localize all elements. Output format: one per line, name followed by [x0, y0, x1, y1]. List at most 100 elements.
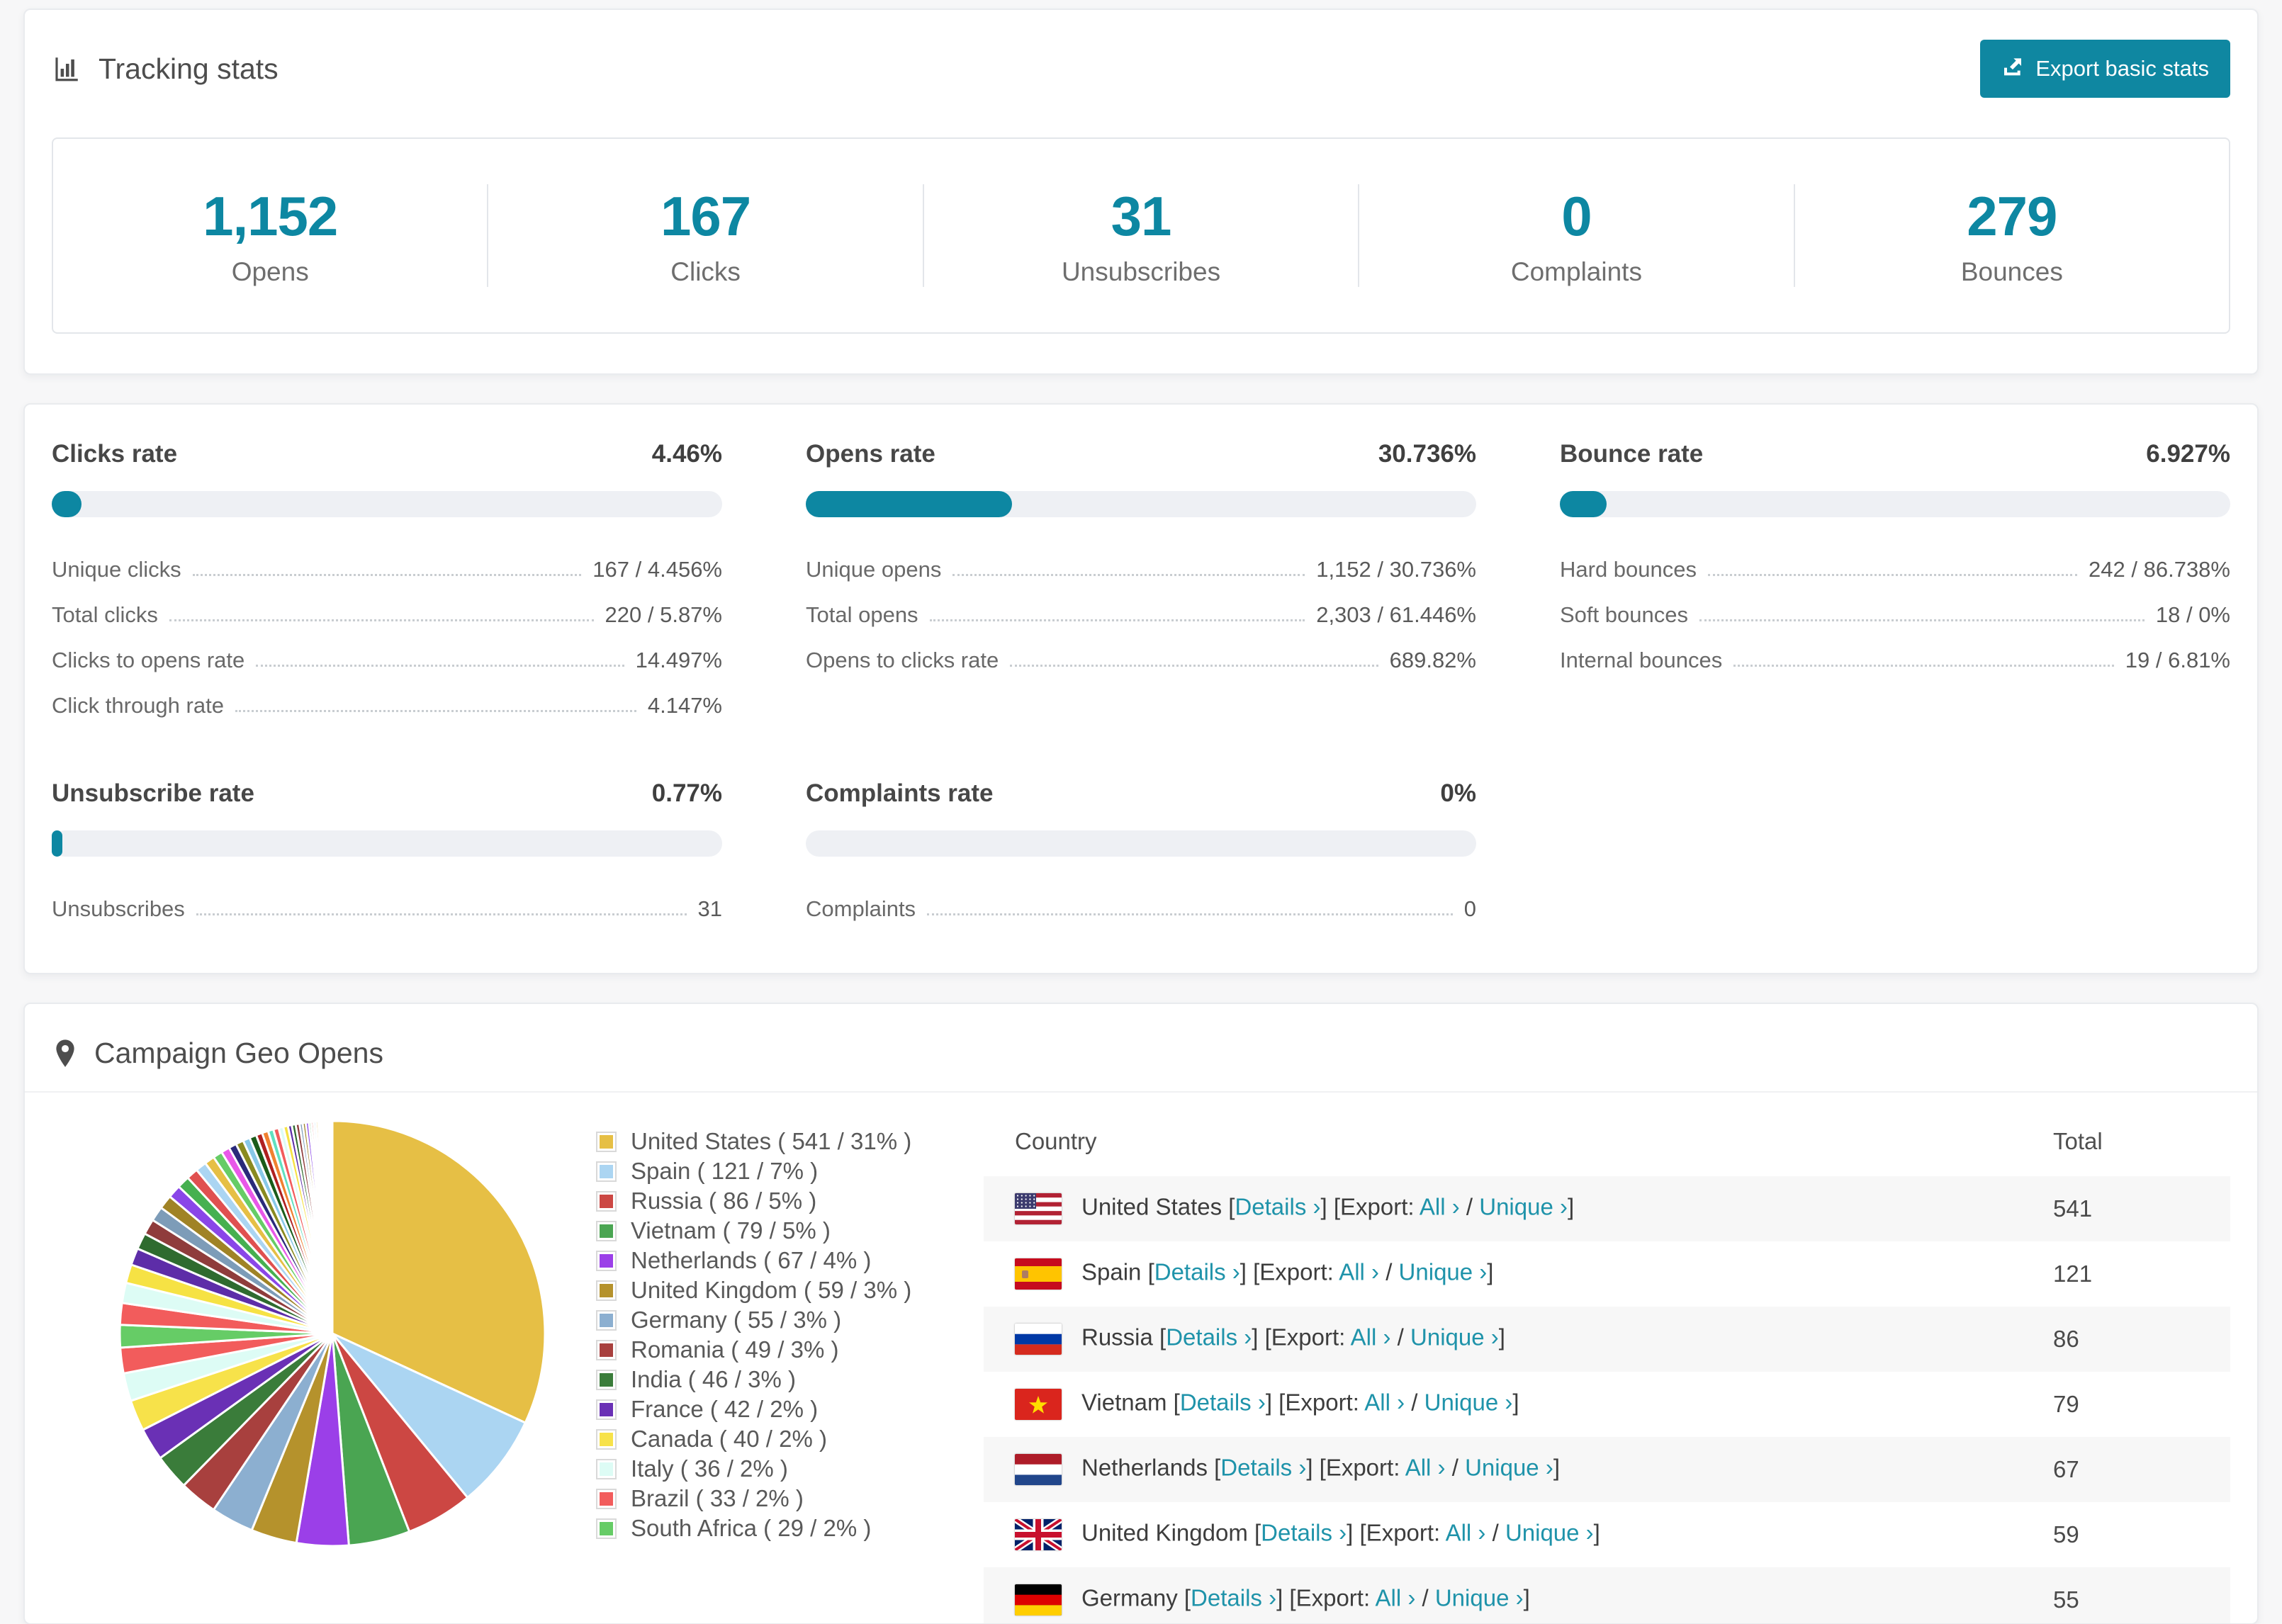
geo-card-header: Campaign Geo Opens [25, 1004, 2257, 1093]
summary-stat-label: Complaints [1510, 257, 1642, 286]
total-cell: 541 [2053, 1195, 2093, 1222]
summary-stat-label: Unsubscribes [1061, 257, 1221, 286]
dotted-leader [192, 574, 582, 576]
legend-item: Russia ( 86 / 5% ) [597, 1186, 984, 1216]
ru-flag-icon [1015, 1324, 1062, 1355]
rate-detail-value: 1,152 / 30.736% [1316, 557, 1476, 582]
export-unique-link[interactable]: Unique › [1399, 1259, 1488, 1285]
rate-progress-bar [52, 830, 722, 857]
summary-stat-complaints: 0 Complaints [1359, 184, 1795, 287]
country-cell-text: Spain [Details ›] [Export: All › / Uniqu… [1081, 1258, 1494, 1285]
rate-block-complaints-rate: Complaints rate 0% Complaints 0 [806, 779, 1476, 932]
rate-block-opens-rate: Opens rate 30.736% Unique opens 1,152 / 30.… [806, 440, 1476, 728]
legend-label: Canada ( 40 / 2% ) [631, 1426, 827, 1452]
table-header-row: Country Total [984, 1103, 2230, 1176]
nl-flag-icon [1015, 1454, 1062, 1485]
tracking-stats-card: Tracking stats Export basic stats 1,152 O… [23, 9, 2259, 375]
export-all-link[interactable]: All › [1420, 1194, 1460, 1220]
export-all-link[interactable]: All › [1375, 1585, 1415, 1611]
export-all-link[interactable]: All › [1405, 1455, 1446, 1481]
rate-detail-label: Soft bounces [1560, 602, 1688, 627]
gb-flag-icon [1015, 1519, 1062, 1550]
legend-item: Vietnam ( 79 / 5% ) [597, 1216, 984, 1246]
total-cell: 55 [2053, 1586, 2079, 1613]
geo-pie-legend: United States ( 541 / 31% ) Spain ( 121 /… [597, 1103, 984, 1623]
legend-item: Italy ( 36 / 2% ) [597, 1454, 984, 1484]
table-row-vn: Vietnam [Details ›] [Export: All › / Uni… [984, 1372, 2230, 1437]
table-row-us: United States [Details ›] [Export: All ›… [984, 1176, 2230, 1241]
export-unique-link[interactable]: Unique › [1435, 1585, 1524, 1611]
details-link[interactable]: Details › [1220, 1455, 1306, 1481]
legend-item: Brazil ( 33 / 2% ) [597, 1484, 984, 1513]
tracking-stats-title: Tracking stats [52, 52, 279, 86]
summary-stat-bounces: 279 Bounces [1795, 184, 2229, 287]
details-link[interactable]: Details › [1180, 1389, 1266, 1416]
export-basic-stats-button[interactable]: Export basic stats [1980, 40, 2230, 98]
legend-label: Russia ( 86 / 5% ) [631, 1188, 817, 1214]
export-unique-link[interactable]: Unique › [1505, 1520, 1594, 1546]
rate-detail-value: 14.497% [635, 648, 722, 672]
rate-detail-label: Unique clicks [52, 557, 181, 582]
dotted-leader [169, 619, 594, 621]
export-unique-link[interactable]: Unique › [1410, 1324, 1499, 1350]
rate-value: 4.46% [651, 440, 722, 468]
total-cell: 67 [2053, 1456, 2079, 1482]
details-link[interactable]: Details › [1261, 1520, 1347, 1546]
rate-detail-row: Click through rate 4.147% [52, 683, 722, 728]
rate-detail-value: 242 / 86.738% [2089, 557, 2230, 582]
summary-stat-value: 279 [1967, 185, 2057, 247]
rate-detail-value: 167 / 4.456% [592, 557, 722, 582]
rate-progress-fill [52, 491, 82, 517]
legend-item: Spain ( 121 / 7% ) [597, 1156, 984, 1186]
rate-progress-fill [52, 830, 63, 857]
summary-stats-strip: 1,152 Opens 167 Clicks 31 Unsubscribes 0 Compla… [52, 137, 2230, 334]
legend-label: Romania ( 49 / 3% ) [631, 1336, 839, 1363]
legend-item: Romania ( 49 / 3% ) [597, 1335, 984, 1365]
details-link[interactable]: Details › [1166, 1324, 1252, 1350]
rate-detail-label: Unsubscribes [52, 896, 185, 921]
country-column-header: Country [1015, 1128, 1097, 1154]
summary-stat-clicks: 167 Clicks [488, 184, 924, 287]
details-link[interactable]: Details › [1154, 1259, 1240, 1285]
map-pin-icon [53, 1039, 77, 1068]
legend-label: South Africa ( 29 / 2% ) [631, 1515, 872, 1541]
legend-label: Spain ( 121 / 7% ) [631, 1158, 819, 1184]
rate-detail-row: Unique opens 1,152 / 30.736% [806, 547, 1476, 592]
details-link[interactable]: Details › [1235, 1194, 1320, 1220]
campaign-geo-opens-card: Campaign Geo Opens United States ( 541 /… [23, 1003, 2259, 1624]
dotted-leader [1733, 665, 2114, 667]
summary-stat-unsubscribes: 31 Unsubscribes [924, 184, 1360, 287]
rate-detail-value: 19 / 6.81% [2125, 648, 2230, 672]
country-cell-text: Russia [Details ›] [Export: All › / Uniq… [1081, 1324, 1505, 1350]
country-cell-text: Netherlands [Details ›] [Export: All › /… [1081, 1454, 1560, 1481]
export-unique-link[interactable]: Unique › [1465, 1455, 1553, 1481]
rate-detail-row: Total clicks 220 / 5.87% [52, 592, 722, 638]
export-icon [2001, 55, 2024, 83]
rate-detail-row: Unique clicks 167 / 4.456% [52, 547, 722, 592]
legend-item: United Kingdom ( 59 / 3% ) [597, 1275, 984, 1305]
geo-table-wrap: Country Total United States [Details ›] … [984, 1103, 2230, 1623]
rate-detail-row: Total opens 2,303 / 61.446% [806, 592, 1476, 638]
summary-stat-value: 0 [1561, 185, 1592, 247]
export-unique-link[interactable]: Unique › [1479, 1194, 1568, 1220]
export-all-link[interactable]: All › [1446, 1520, 1486, 1546]
legend-item: France ( 42 / 2% ) [597, 1394, 984, 1424]
total-column-header: Total [2053, 1128, 2103, 1154]
legend-label: Brazil ( 33 / 2% ) [631, 1485, 804, 1511]
rate-progress-bar [52, 491, 722, 517]
export-all-link[interactable]: All › [1339, 1259, 1379, 1285]
rate-title: Opens rate [806, 440, 935, 468]
rate-detail-label: Total opens [806, 602, 918, 627]
legend-swatch [597, 1162, 615, 1180]
export-unique-link[interactable]: Unique › [1424, 1389, 1513, 1416]
export-all-link[interactable]: All › [1351, 1324, 1391, 1350]
details-link[interactable]: Details › [1191, 1585, 1276, 1611]
legend-swatch [597, 1192, 615, 1210]
rate-value: 0.77% [651, 779, 722, 807]
rate-detail-row: Soft bounces 18 / 0% [1560, 592, 2230, 638]
rate-detail-label: Internal bounces [1560, 648, 1723, 672]
geo-card-title: Campaign Geo Opens [94, 1037, 383, 1069]
country-cell-text: United States [Details ›] [Export: All ›… [1081, 1193, 1575, 1220]
export-all-link[interactable]: All › [1364, 1389, 1405, 1416]
geo-pie-wrap [52, 1103, 597, 1623]
